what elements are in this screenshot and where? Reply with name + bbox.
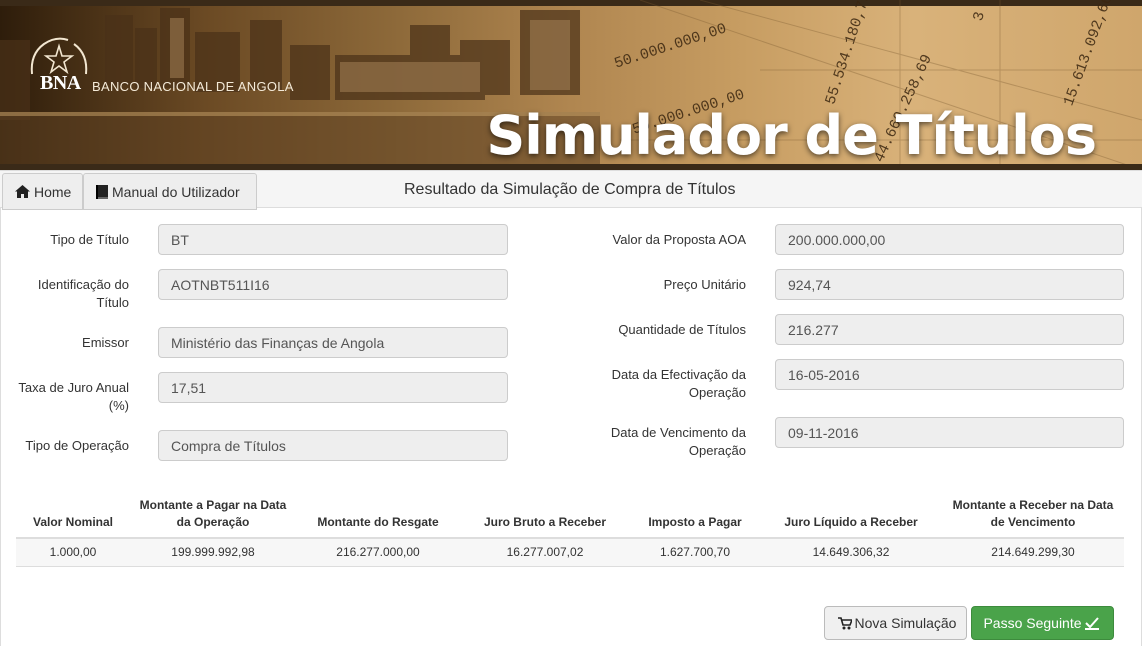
table-cell: 216.277.000,00 bbox=[296, 538, 460, 567]
column-header: Montante a Receber na Data de Vencimento bbox=[942, 496, 1124, 539]
next-step-label: Passo Seguinte bbox=[983, 615, 1082, 631]
table-cell: 16.277.007,02 bbox=[460, 538, 630, 567]
field-tipo-titulo[interactable]: BT bbox=[158, 224, 508, 255]
label-quantidade-titulos: Quantidade de Títulos bbox=[618, 322, 746, 337]
bna-logo-text: BNA bbox=[40, 72, 81, 94]
home-icon bbox=[15, 185, 30, 198]
column-header: Imposto a Pagar bbox=[630, 496, 760, 539]
new-simulation-label: Nova Simulação bbox=[854, 615, 957, 631]
table-header-row: Valor Nominal Montante a Pagar na Data d… bbox=[16, 496, 1124, 539]
table-cell: 1.000,00 bbox=[16, 538, 130, 567]
field-identificacao-titulo[interactable]: AOTNBT511I16 bbox=[158, 269, 508, 300]
table-cell: 14.649.306,32 bbox=[760, 538, 942, 567]
header-banner: 50.000.000,00 55.534.180,79 15.613.092,6… bbox=[0, 0, 1142, 170]
results-table: Valor Nominal Montante a Pagar na Data d… bbox=[16, 496, 1124, 567]
column-header: Montante a Pagar na Data da Operação bbox=[130, 496, 296, 539]
table-cell: 1.627.700,70 bbox=[630, 538, 760, 567]
field-data-efectivacao[interactable]: 16-05-2016 bbox=[775, 359, 1124, 390]
label-tipo-operacao: Tipo de Operação bbox=[25, 438, 129, 453]
cart-icon bbox=[837, 616, 852, 630]
column-header: Montante do Resgate bbox=[296, 496, 460, 539]
label-taxa-juro: Taxa de Juro Anual (%) bbox=[18, 380, 129, 413]
field-emissor[interactable]: Ministério das Finanças de Angola bbox=[158, 327, 508, 358]
column-header: Juro Bruto a Receber bbox=[460, 496, 630, 539]
label-emissor: Emissor bbox=[82, 335, 129, 350]
app-title: Simulador de Títulos bbox=[486, 104, 1097, 167]
field-quantidade-titulos[interactable]: 216.277 bbox=[775, 314, 1124, 345]
next-step-button[interactable]: Passo Seguinte bbox=[971, 606, 1114, 640]
bank-name: BANCO NACIONAL DE ANGOLA bbox=[92, 79, 294, 94]
nav-manual-label: Manual do Utilizador bbox=[112, 183, 240, 200]
label-preco-unitario: Preço Unitário bbox=[663, 277, 746, 292]
navbar: Home Manual do Utilizador Resultado da S… bbox=[0, 170, 1142, 210]
label-data-vencimento: Data de Vencimento da Operação bbox=[610, 425, 746, 458]
page-title: Resultado da Simulação de Compra de Títu… bbox=[404, 181, 736, 198]
label-identificacao-titulo: Identificação do Título bbox=[37, 277, 129, 310]
field-tipo-operacao[interactable]: Compra de Títulos bbox=[158, 430, 508, 461]
column-header: Juro Líquido a Receber bbox=[760, 496, 942, 539]
book-icon bbox=[96, 184, 108, 199]
nav-home-label: Home bbox=[34, 183, 72, 200]
table-cell: 214.649.299,30 bbox=[942, 538, 1124, 567]
label-data-efectivacao: Data da Efectivação da Operação bbox=[611, 367, 746, 400]
nav-home-button[interactable]: Home bbox=[2, 173, 83, 210]
field-preco-unitario[interactable]: 924,74 bbox=[775, 269, 1124, 300]
label-valor-proposta: Valor da Proposta AOA bbox=[612, 232, 746, 247]
table-row: 1.000,00 199.999.992,98 216.277.000,00 1… bbox=[16, 538, 1124, 567]
field-valor-proposta[interactable]: 200.000.000,00 bbox=[775, 224, 1124, 255]
field-taxa-juro[interactable]: 17,51 bbox=[158, 372, 508, 403]
new-simulation-button[interactable]: Nova Simulação bbox=[824, 606, 967, 640]
field-data-vencimento[interactable]: 09-11-2016 bbox=[775, 417, 1124, 448]
table-cell: 199.999.992,98 bbox=[130, 538, 296, 567]
nav-manual-button[interactable]: Manual do Utilizador bbox=[83, 173, 257, 210]
column-header: Valor Nominal bbox=[16, 496, 130, 539]
edit-check-icon bbox=[1084, 616, 1099, 630]
label-tipo-titulo: Tipo de Título bbox=[50, 232, 129, 247]
